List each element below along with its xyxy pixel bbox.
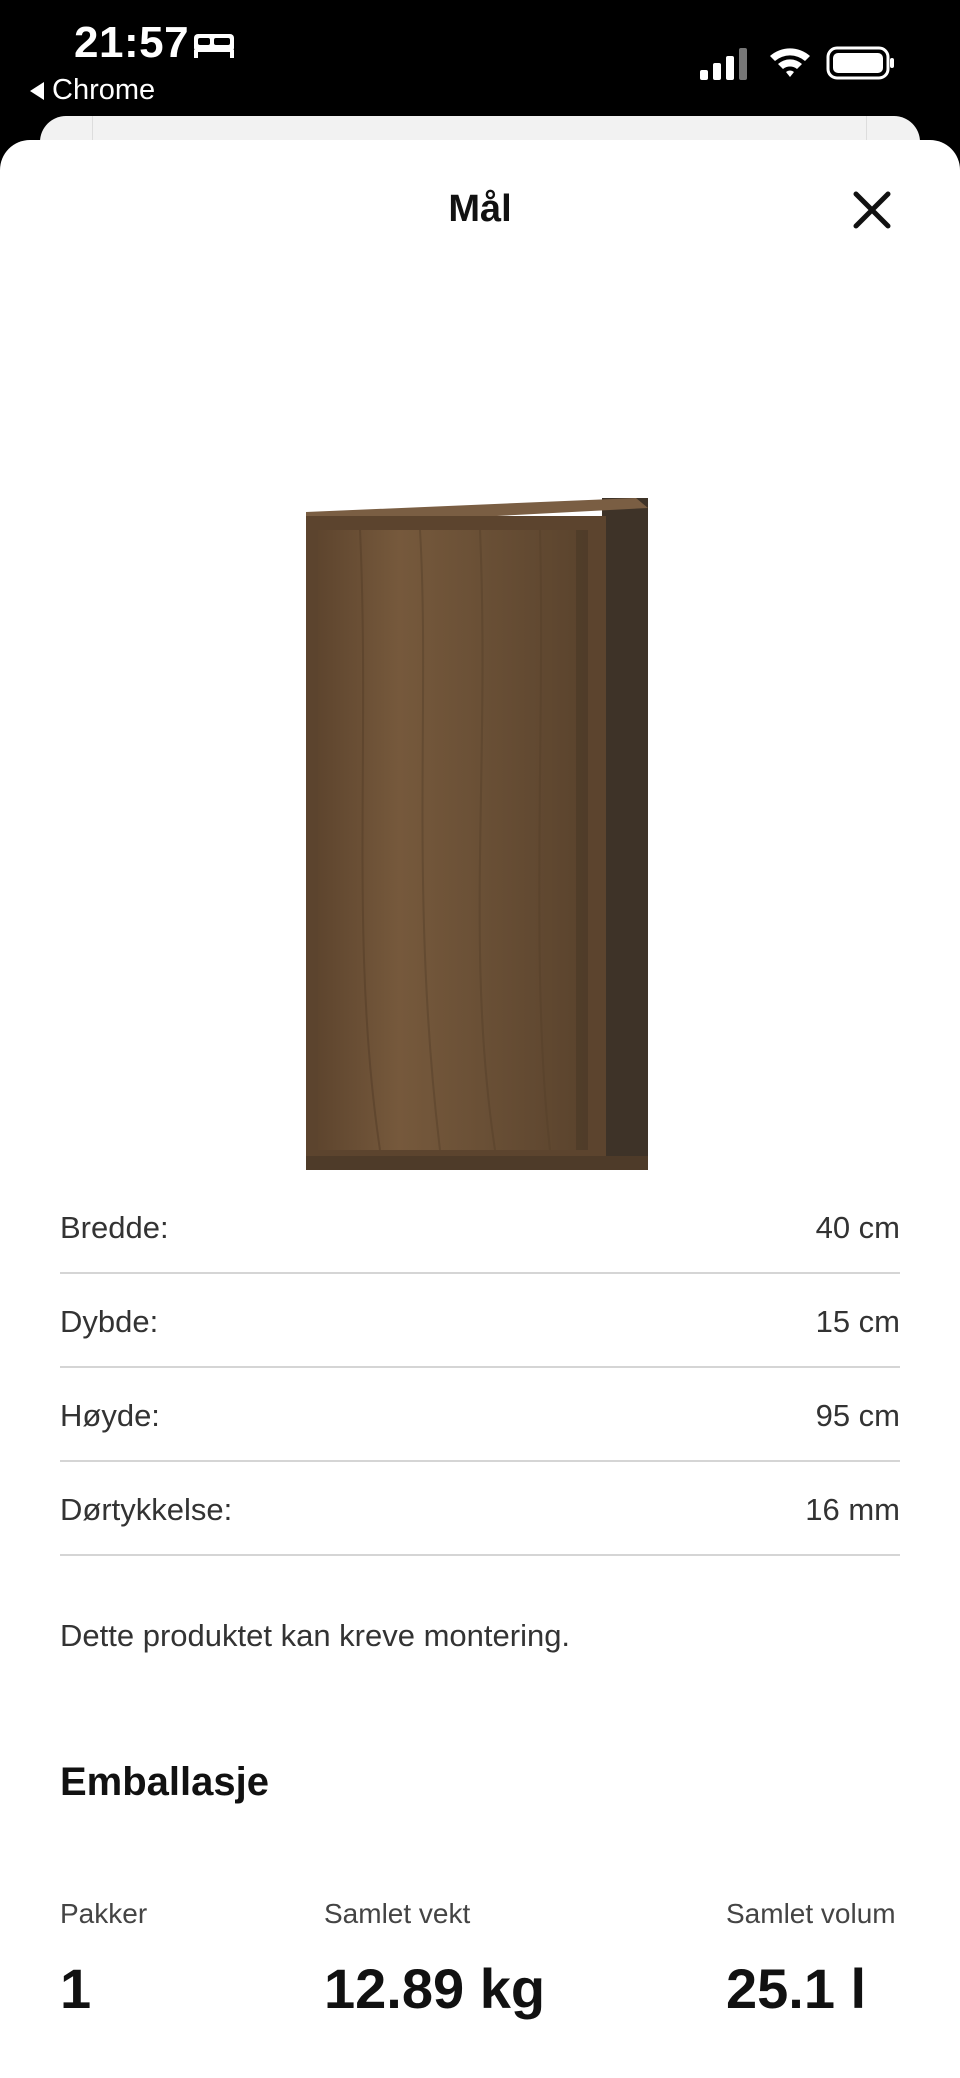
back-to-app-button[interactable]: Chrome	[30, 74, 155, 107]
dimension-label: Dybde:	[60, 1304, 159, 1339]
battery-icon	[826, 46, 894, 80]
packaging-heading: Emballasje	[60, 1760, 270, 1804]
dimension-row-depth: Dybde: 15 cm	[60, 1274, 900, 1368]
dimension-row-height: Høyde: 95 cm	[60, 1368, 900, 1462]
back-app-label: Chrome	[52, 74, 156, 106]
close-icon[interactable]	[848, 186, 896, 234]
packaging-label: Pakker	[60, 1898, 148, 1929]
signal-icon	[700, 48, 747, 80]
packaging-total-volume: Samlet volum 25.1 l	[726, 1898, 896, 2021]
packaging-label: Samlet vekt	[324, 1898, 471, 1929]
dimensions-list: Bredde: 40 cm Dybde: 15 cm Høyde: 95 cm …	[60, 1180, 900, 1556]
packaging-value: 12.89 kg	[324, 1957, 546, 2020]
dimensions-sheet: Mål Bredde: 40 cm Dybde: 15 cm Høyde: 95…	[0, 140, 960, 2078]
wall-cabinet-image	[306, 498, 648, 1170]
packaging-value: 1	[60, 1957, 92, 2020]
dimension-value: 95 cm	[815, 1398, 900, 1433]
dimension-value: 40 cm	[815, 1210, 900, 1245]
dimension-row-door-thickness: Dørtykkelse: 16 mm	[60, 1462, 900, 1556]
sheet-title: Mål	[448, 188, 512, 230]
back-arrow-icon	[30, 81, 44, 100]
bed-icon	[194, 34, 234, 58]
packaging-packages: Pakker 1	[60, 1898, 147, 2021]
dimension-value: 15 cm	[815, 1304, 900, 1339]
status-time: 21:57	[74, 18, 190, 67]
wifi-icon	[770, 48, 810, 77]
status-bar: 21:57 Chrome	[0, 0, 960, 120]
dimension-label: Bredde:	[60, 1210, 169, 1245]
dimension-value: 16 mm	[805, 1492, 900, 1527]
dimension-label: Høyde:	[60, 1398, 160, 1433]
assembly-note: Dette produktet kan kreve montering.	[60, 1618, 571, 1653]
packaging-total-weight: Samlet vekt 12.89 kg	[324, 1898, 545, 2021]
packaging-label: Samlet volum	[726, 1898, 896, 1929]
dimension-label: Dørtykkelse:	[60, 1492, 233, 1527]
dimension-row-width: Bredde: 40 cm	[60, 1180, 900, 1274]
packaging-value: 25.1 l	[726, 1957, 867, 2020]
